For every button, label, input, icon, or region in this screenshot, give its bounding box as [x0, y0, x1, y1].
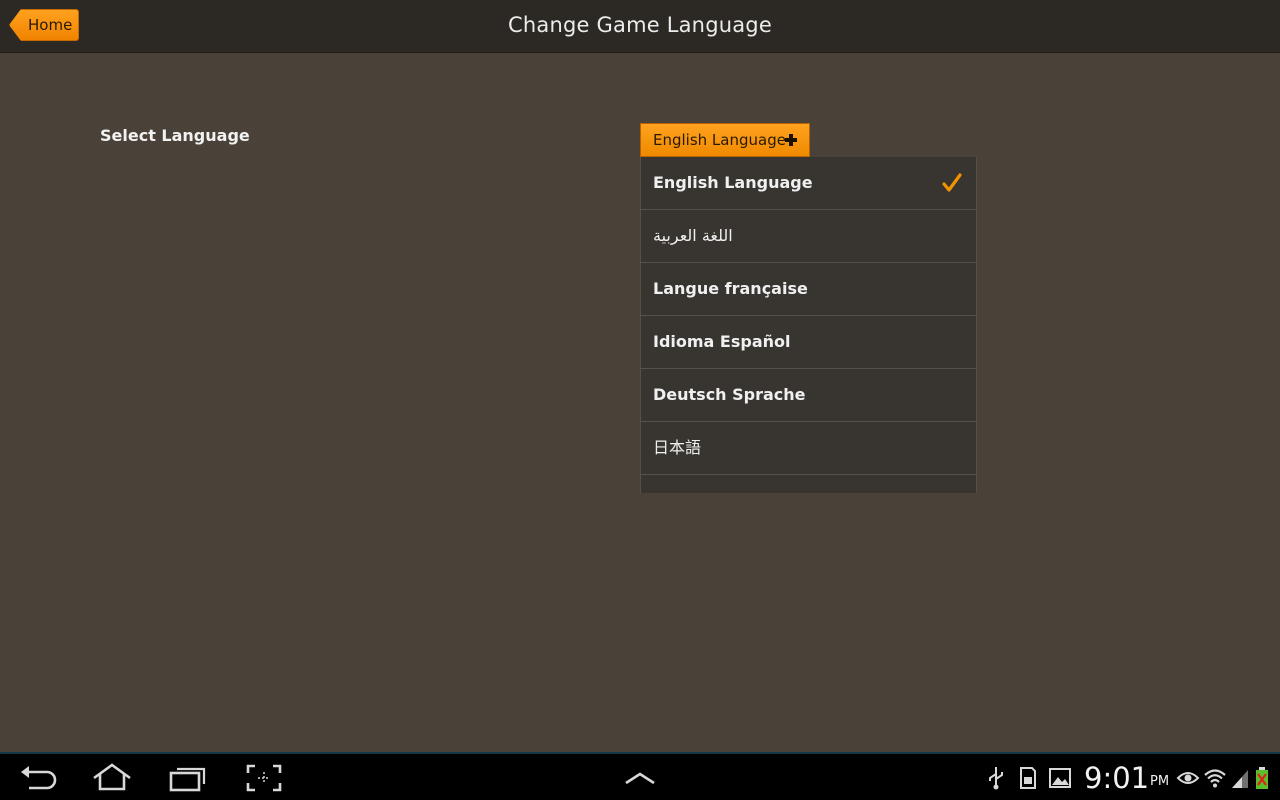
back-icon[interactable] — [17, 762, 61, 794]
home-button[interactable]: Home — [9, 9, 79, 41]
app-root: Change Game Language Home Select Languag… — [0, 0, 1280, 800]
select-language-label: Select Language — [100, 126, 250, 145]
option-spanish[interactable]: Idioma Español — [641, 316, 976, 369]
eye-icon — [1176, 772, 1200, 784]
usb-icon — [989, 767, 1003, 790]
screenshot-icon[interactable] — [242, 762, 286, 794]
wifi-icon — [1204, 769, 1226, 788]
option-japanese[interactable]: 日本語 — [641, 422, 976, 475]
option-french[interactable]: Langue française — [641, 263, 976, 316]
recent-apps-icon[interactable] — [165, 762, 209, 794]
gallery-icon — [1049, 768, 1071, 788]
clock-ampm: PM — [1150, 774, 1170, 789]
header-bar: Change Game Language Home — [0, 0, 1280, 53]
plus-icon — [785, 134, 797, 146]
option-label: Deutsch Sprache — [653, 385, 806, 404]
option-label: Idioma Español — [653, 332, 791, 351]
signal-icon — [1232, 770, 1248, 788]
check-icon — [942, 173, 962, 192]
option-arabic[interactable]: اللغة العربية — [641, 210, 976, 263]
option-label: اللغة العربية — [653, 226, 733, 245]
option-label: English Language — [653, 173, 813, 192]
option-german[interactable]: Deutsch Sprache — [641, 369, 976, 422]
sd-card-icon — [1020, 767, 1036, 789]
option-english[interactable]: English Language — [641, 157, 976, 210]
language-options-list[interactable]: English Language اللغة العربية Langue fr… — [640, 157, 977, 493]
up-chevron-icon[interactable] — [618, 762, 662, 794]
dropdown-selected-label: English Language — [653, 131, 786, 149]
battery-icon — [1256, 767, 1268, 789]
option-label: Langue française — [653, 279, 808, 298]
home-icon[interactable] — [90, 762, 134, 794]
language-dropdown-button[interactable]: English Language — [640, 123, 810, 157]
clock-time: 9:01 — [1084, 761, 1150, 795]
system-navigation-bar: 9:01 PM — [0, 752, 1280, 800]
page-title: Change Game Language — [508, 13, 772, 37]
option-label: 日本語 — [653, 438, 702, 457]
